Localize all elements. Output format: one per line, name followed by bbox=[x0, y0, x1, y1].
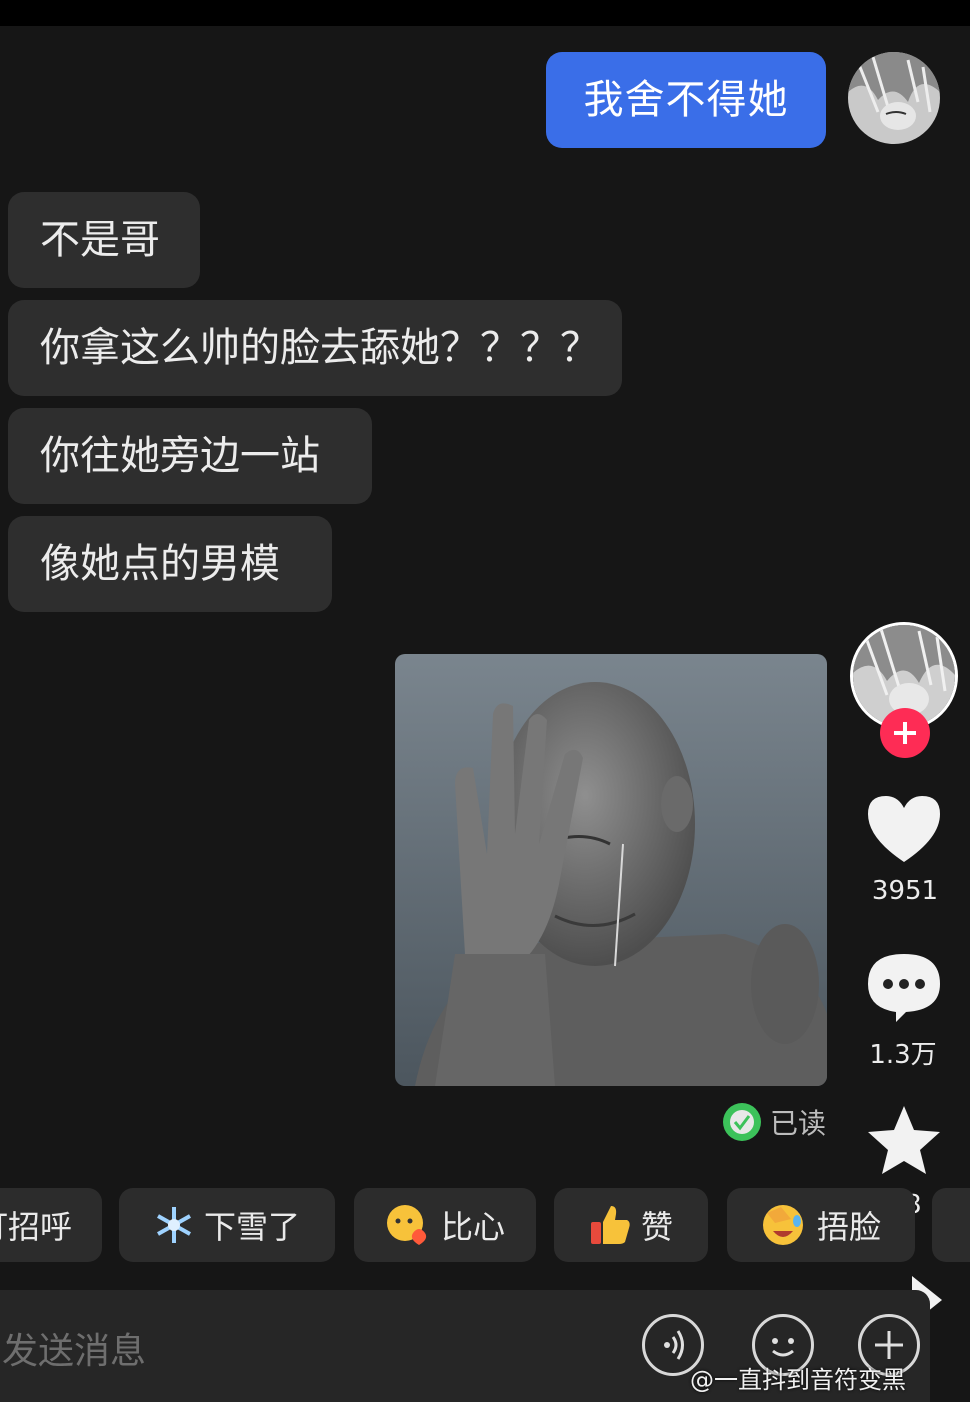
favorite-star-icon[interactable] bbox=[866, 1104, 942, 1176]
quick-reply-chip[interactable]: 打招呼 bbox=[0, 1188, 102, 1262]
quick-reply-label: 捂脸 bbox=[816, 1208, 881, 1246]
incoming-message-bubble[interactable]: 像她点的男模 bbox=[8, 516, 332, 612]
like-heart-icon[interactable] bbox=[866, 794, 942, 864]
outgoing-message-bubble[interactable]: 我舍不得她 bbox=[546, 52, 826, 148]
my-avatar[interactable] bbox=[848, 52, 940, 144]
read-status-text: 已读 bbox=[770, 1107, 827, 1140]
message-input[interactable]: 发送消息 bbox=[2, 1322, 146, 1374]
facepalm-laugh-emoji-icon bbox=[762, 1205, 803, 1245]
read-receipt: 已读 bbox=[722, 1102, 826, 1142]
weibo-watermark: @一直抖到音符变黑 bbox=[690, 1366, 906, 1394]
quick-reply-label: 打招呼 bbox=[0, 1208, 72, 1246]
quick-reply-chip[interactable]: 比心 bbox=[354, 1188, 536, 1262]
quick-reply-chip[interactable]: 下雪了 bbox=[119, 1188, 335, 1262]
incoming-message-bubble[interactable]: 你往她旁边一站 bbox=[8, 408, 372, 504]
plus-icon bbox=[894, 722, 916, 744]
quick-reply-chip-partial[interactable] bbox=[932, 1188, 970, 1262]
thumbs-up-icon bbox=[590, 1206, 630, 1244]
snowflake-icon bbox=[157, 1207, 191, 1243]
read-check-icon bbox=[723, 1103, 761, 1141]
quick-reply-label: 赞 bbox=[640, 1208, 673, 1246]
comment-count: 1.3万 bbox=[869, 1040, 937, 1070]
quick-reply-chip[interactable]: 捂脸 bbox=[727, 1188, 915, 1262]
status-bar bbox=[0, 0, 970, 26]
facepalm-sticker-image[interactable] bbox=[395, 654, 827, 1086]
heart-hands-emoji-icon bbox=[386, 1205, 427, 1245]
quick-reply-label: 下雪了 bbox=[203, 1208, 300, 1246]
quick-reply-chip[interactable]: 赞 bbox=[554, 1188, 708, 1262]
incoming-message-bubble[interactable]: 你拿这么帅的脸去舔她？？？？ bbox=[8, 300, 622, 396]
quick-reply-label: 比心 bbox=[440, 1208, 505, 1246]
incoming-message-bubble[interactable]: 不是哥 bbox=[8, 192, 200, 288]
comment-bubble-icon[interactable] bbox=[866, 952, 942, 1024]
like-count: 3951 bbox=[871, 876, 939, 906]
follow-plus-button[interactable] bbox=[880, 708, 930, 758]
